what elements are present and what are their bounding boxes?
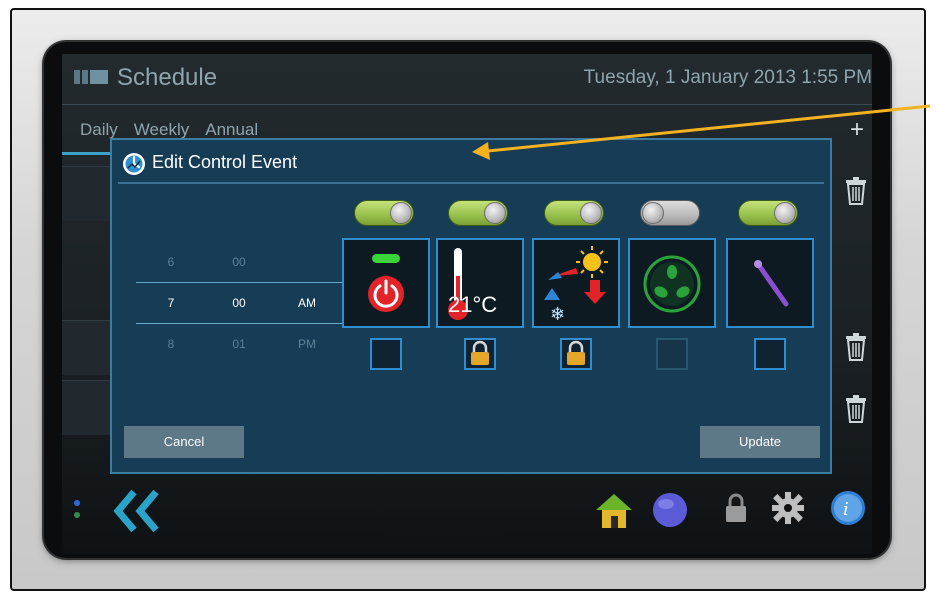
- fan-tile[interactable]: [628, 238, 716, 328]
- svg-text:❄: ❄: [550, 304, 565, 325]
- update-button[interactable]: Update: [700, 426, 820, 458]
- hour-picker[interactable]: 6 7 8: [136, 242, 206, 364]
- vane-toggle[interactable]: [738, 200, 798, 226]
- back-double-chevron-icon[interactable]: [112, 488, 164, 534]
- ampm-selected[interactable]: AM: [272, 282, 342, 324]
- mode-toggle[interactable]: [544, 200, 604, 226]
- bottom-toolbar: i: [62, 474, 872, 554]
- ampm-picker[interactable]: AM PM: [272, 242, 342, 364]
- mode-lock[interactable]: [560, 338, 592, 370]
- padlock-icon: [567, 340, 585, 365]
- ampm-next[interactable]: PM: [272, 324, 342, 364]
- tab-annual[interactable]: Annual: [205, 120, 258, 140]
- toggle-knob: [390, 202, 412, 224]
- fan-icon: [643, 255, 701, 313]
- svg-text:i: i: [843, 499, 849, 520]
- ampm-prev[interactable]: [272, 242, 342, 282]
- globe-icon[interactable]: [650, 490, 690, 530]
- tab-daily[interactable]: Daily: [80, 120, 118, 140]
- toggle-knob: [642, 202, 664, 224]
- header-bar: Schedule Tuesday, 1 January 2013 1:55 PM: [62, 54, 872, 102]
- schedule-tabs: Daily Weekly Annual: [80, 120, 258, 140]
- minute-prev[interactable]: 00: [204, 242, 274, 282]
- date-time: Tuesday, 1 January 2013 1:55 PM: [583, 67, 872, 88]
- cancel-button[interactable]: Cancel: [124, 426, 244, 458]
- fan-lock[interactable]: [656, 338, 688, 370]
- lock-icon[interactable]: [722, 492, 750, 526]
- vane-direction-icon: [754, 260, 789, 307]
- edit-control-event-dialog: Edit Control Event 6 7 8 00 00 01 AM PM: [110, 138, 832, 474]
- temperature-tile[interactable]: 21°C: [436, 238, 524, 328]
- heat-cool-mode-icon: ❄: [544, 246, 608, 325]
- toggle-knob: [774, 202, 796, 224]
- trash-icon[interactable]: [844, 394, 868, 424]
- tab-weekly[interactable]: Weekly: [134, 120, 189, 140]
- status-dot: [74, 512, 80, 518]
- toggle-knob: [580, 202, 602, 224]
- gear-icon[interactable]: [770, 490, 806, 526]
- minute-selected[interactable]: 00: [204, 282, 274, 324]
- dialog-title: Edit Control Event: [152, 152, 298, 172]
- toggle-knob: [484, 202, 506, 224]
- power-lock[interactable]: [370, 338, 402, 370]
- hour-next[interactable]: 8: [136, 324, 206, 364]
- app-logo-icon: [74, 70, 108, 84]
- annotation-arrow: [472, 104, 931, 160]
- info-icon[interactable]: i: [828, 488, 868, 528]
- temperature-value: 21°C: [448, 292, 498, 317]
- trash-icon[interactable]: [844, 332, 868, 362]
- page-title: Schedule: [117, 64, 218, 91]
- schedule-clock-icon: [123, 153, 145, 175]
- status-dot: [74, 500, 80, 506]
- temperature-toggle[interactable]: [448, 200, 508, 226]
- home-icon[interactable]: [592, 488, 636, 532]
- minute-picker[interactable]: 00 00 01: [204, 242, 274, 364]
- vane-tile[interactable]: [726, 238, 814, 328]
- temperature-lock[interactable]: [464, 338, 496, 370]
- power-tile[interactable]: [342, 238, 430, 328]
- hour-selected[interactable]: 7: [136, 282, 206, 324]
- dialog-divider: [118, 182, 824, 184]
- fan-toggle[interactable]: [640, 200, 700, 226]
- hour-prev[interactable]: 6: [136, 242, 206, 282]
- trash-icon[interactable]: [844, 176, 868, 206]
- mode-tile[interactable]: ❄: [532, 238, 620, 328]
- vane-lock[interactable]: [754, 338, 786, 370]
- padlock-icon: [471, 340, 489, 365]
- minute-next[interactable]: 01: [204, 324, 274, 364]
- power-toggle[interactable]: [354, 200, 414, 226]
- power-icon: [368, 254, 404, 312]
